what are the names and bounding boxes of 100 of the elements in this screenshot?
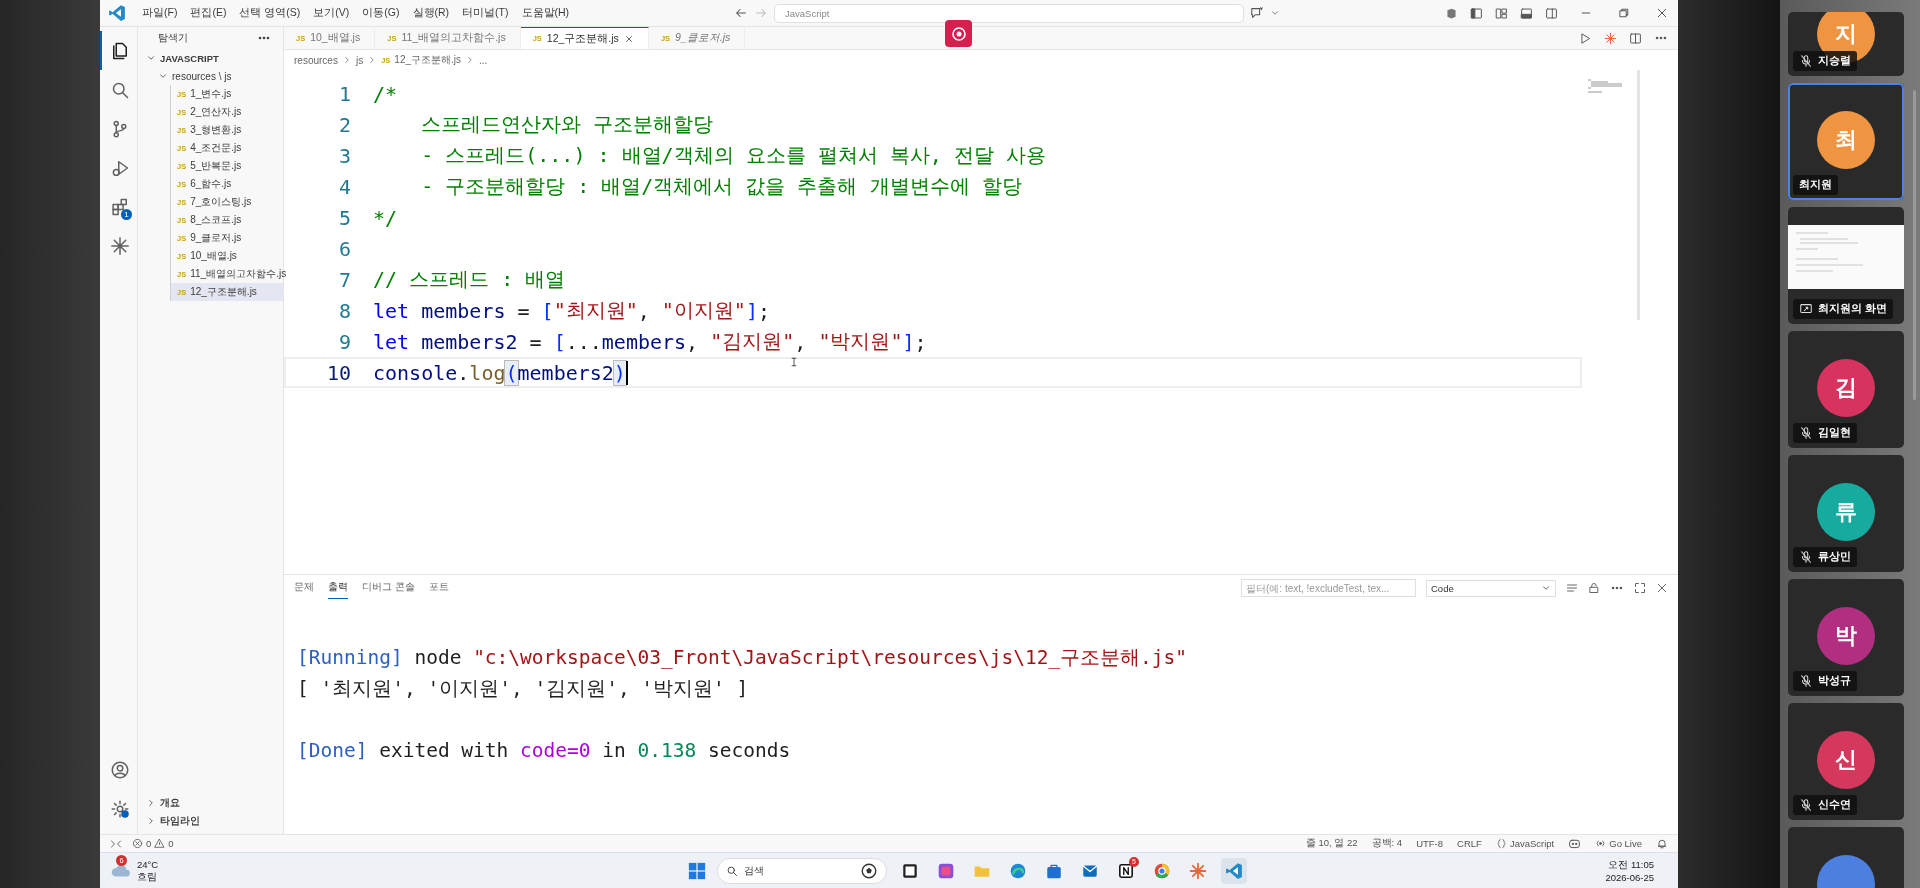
- scrollbar[interactable]: [1913, 90, 1916, 400]
- weather-condition: 흐림: [137, 870, 158, 883]
- language-mode[interactable]: JavaScript: [1495, 838, 1555, 849]
- back-arrow-icon[interactable]: [734, 6, 749, 20]
- file-name: 12_구조분해.js: [190, 285, 257, 299]
- browser-icon[interactable]: [1009, 861, 1027, 880]
- participant-tile[interactable]: 최 최지원: [1788, 83, 1904, 200]
- breadcrumb-item[interactable]: 12_구조분해.js: [394, 53, 461, 67]
- file-name: 6_함수.js: [190, 177, 232, 191]
- mic-muted-icon: [1799, 54, 1813, 68]
- layout-icon[interactable]: [1495, 6, 1508, 20]
- chevron-down-icon[interactable]: [1541, 583, 1551, 593]
- avatar: 신: [1817, 731, 1875, 789]
- file-name: 8_스코프.js: [190, 213, 242, 227]
- notes-app-icon[interactable]: [1117, 861, 1135, 880]
- toggle-secondary-sidebar-icon[interactable]: [1545, 6, 1558, 20]
- chat-icon[interactable]: [1250, 6, 1265, 20]
- status-item[interactable]: CRLF: [1457, 838, 1482, 849]
- maximize-icon[interactable]: [1634, 582, 1646, 594]
- chevron-down-icon[interactable]: [1270, 8, 1281, 18]
- name-label: 최지원의 화면: [1793, 299, 1893, 319]
- task-view-icon[interactable]: [901, 861, 919, 880]
- close-icon[interactable]: [1656, 7, 1668, 19]
- app-grid-icon[interactable]: [937, 861, 955, 880]
- sidebar-title: 탐색기: [158, 31, 188, 45]
- menu-item[interactable]: 이동(G): [362, 6, 400, 20]
- close-icon[interactable]: [623, 33, 634, 44]
- menu-item[interactable]: 보기(V): [313, 6, 350, 20]
- breadcrumb-item[interactable]: js: [355, 54, 364, 66]
- line-number: 4: [337, 174, 351, 199]
- chevron-right-icon[interactable]: [465, 55, 475, 65]
- status-item[interactable]: 줄 10, 열 22: [1305, 837, 1358, 850]
- settings-icon[interactable]: [109, 798, 130, 819]
- participant-tile[interactable]: 박 박성규: [1788, 579, 1904, 696]
- recording-indicator[interactable]: [945, 20, 972, 47]
- menu-item[interactable]: 파일(F): [142, 6, 178, 20]
- participant-tile[interactable]: 류 류상민: [1788, 455, 1904, 572]
- taskbar-search-field[interactable]: 검색: [717, 857, 887, 884]
- section-header[interactable]: 타임라인: [138, 812, 283, 830]
- code-line: 스프레드연산자와 구조분해할당: [420, 111, 714, 138]
- split-editor-icon[interactable]: [1629, 31, 1642, 45]
- status-item[interactable]: 공백: 4: [1371, 837, 1403, 850]
- folder-row[interactable]: JAVASCRIPT: [138, 49, 283, 67]
- participant-tile[interactable]: 김 김일현: [1788, 331, 1904, 448]
- close-icon[interactable]: [1656, 582, 1668, 594]
- run-icon[interactable]: [1579, 31, 1592, 45]
- panel-tab[interactable]: 문제: [294, 577, 314, 599]
- code-line: console.log(members2): [372, 360, 628, 385]
- line-number: 8: [337, 298, 351, 323]
- screen-share-tile[interactable]: 최지원의 화면: [1788, 207, 1904, 324]
- toggle-panel-icon[interactable]: [1520, 6, 1533, 20]
- problems-indicator[interactable]: 0 0: [132, 838, 174, 849]
- restore-icon[interactable]: [1618, 7, 1630, 19]
- search-field[interactable]: JavaScript: [774, 3, 1245, 23]
- panel-tab[interactable]: 디버그 콘솔: [362, 577, 415, 599]
- round-browser-icon[interactable]: [1153, 861, 1171, 880]
- breadcrumb-item[interactable]: ...: [479, 54, 488, 66]
- output-channel-dropdown[interactable]: Code: [1426, 579, 1556, 597]
- panel-tab[interactable]: 포트: [428, 577, 449, 599]
- tab-title: 11_배열의고차함수.js: [401, 31, 506, 45]
- spark-icon[interactable]: [1189, 861, 1207, 880]
- spark-icon[interactable]: [1604, 31, 1617, 45]
- avatar: 류: [1817, 483, 1875, 541]
- folder-name: JAVASCRIPT: [160, 52, 219, 64]
- avatar: 최: [1817, 111, 1875, 169]
- participant-tile[interactable]: 지 지승렬: [1788, 12, 1904, 76]
- code-editor-icon[interactable]: [1225, 861, 1243, 880]
- account-icon[interactable]: [109, 759, 130, 780]
- mic-muted-icon: [1799, 426, 1813, 440]
- name-label: 박성규: [1793, 671, 1857, 691]
- panel-tab[interactable]: 출력: [328, 577, 348, 599]
- participant-tile[interactable]: 신 신수연: [1788, 703, 1904, 820]
- folder-row[interactable]: resources \ js: [152, 67, 283, 85]
- spark-icon[interactable]: [109, 235, 130, 256]
- file-name: 3_형변환.js: [190, 123, 242, 137]
- warning-icon: [154, 838, 166, 849]
- clock-date: 2026-06-25: [1605, 870, 1654, 884]
- file-name: 10_배열.js: [190, 249, 237, 263]
- go-live-button[interactable]: Go Live: [1595, 838, 1642, 849]
- code-editor-icon[interactable]: [108, 4, 126, 22]
- output-line: [Running] node "c:\workspace\03_Front\JavaScript\resources\js\12_구조분해.js": [297, 645, 1188, 671]
- section-header[interactable]: 개요: [138, 794, 283, 812]
- mic-muted-icon: [1799, 550, 1813, 564]
- start-icon[interactable]: [687, 860, 707, 881]
- name-label: 신수연: [1793, 795, 1857, 815]
- menu-item[interactable]: 선택 영역(S): [239, 6, 301, 20]
- menu-item[interactable]: 터미널(T): [462, 6, 509, 20]
- lock-icon[interactable]: [1588, 582, 1600, 594]
- code-line: let members = ["최지원", "이지원"];: [372, 297, 770, 324]
- extensions-icon[interactable]: [109, 196, 130, 217]
- share-screen-icon: [1799, 302, 1813, 316]
- code-line: - 스프레드(...) : 배열/객체의 요소를 펼쳐서 복사, 전달 사용: [420, 142, 1046, 169]
- toggle-sidebar-icon[interactable]: [1470, 6, 1483, 20]
- status-item[interactable]: UTF-8: [1416, 838, 1444, 849]
- menu-item[interactable]: 도움말(H): [521, 6, 570, 20]
- breadcrumb-item[interactable]: resources: [294, 54, 338, 66]
- menu-item[interactable]: 편집(E): [190, 6, 227, 20]
- bell-icon[interactable]: [1656, 837, 1668, 850]
- menu-item[interactable]: 실행(R): [412, 6, 450, 20]
- filter-field[interactable]: 필터(예: text, !excludeTest, tex...: [1241, 579, 1416, 597]
